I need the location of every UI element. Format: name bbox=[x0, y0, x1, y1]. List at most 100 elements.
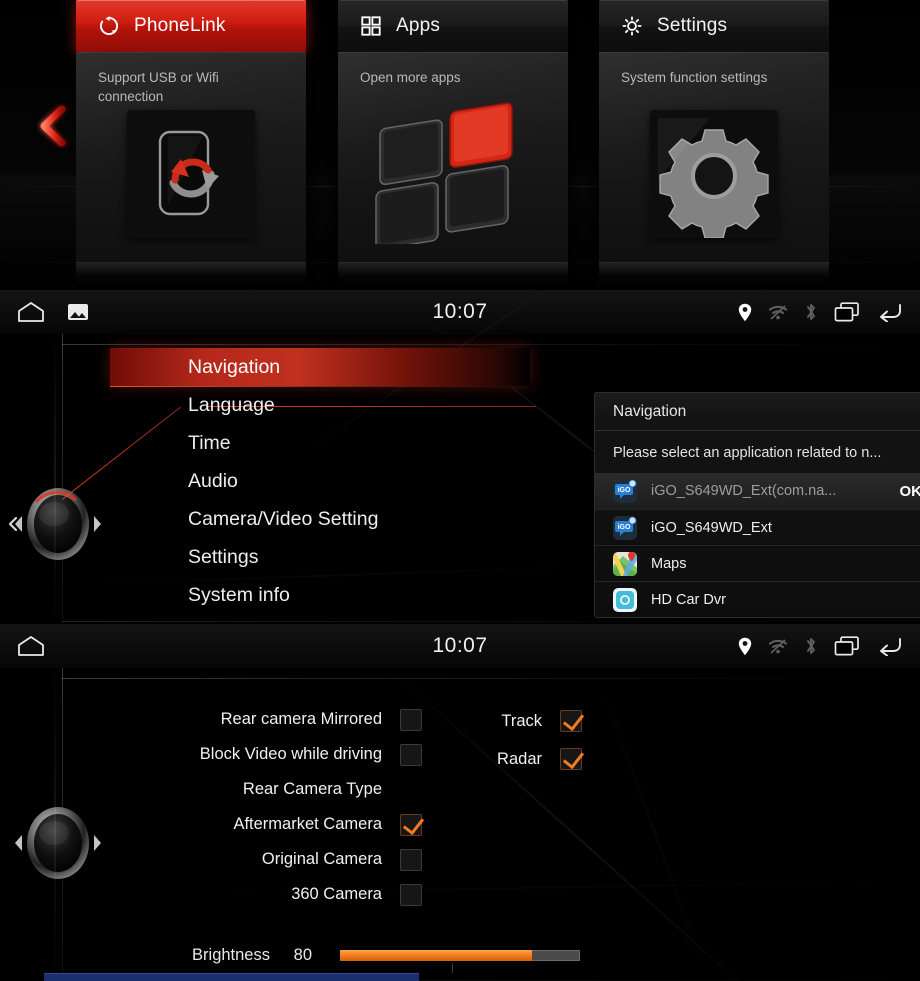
menu-item-label: Settings bbox=[188, 545, 259, 568]
option-checkbox[interactable] bbox=[400, 848, 422, 871]
gear-icon bbox=[622, 16, 642, 36]
option-checkbox[interactable] bbox=[400, 743, 422, 766]
menu-item-label: Time bbox=[188, 431, 231, 454]
location-pin-icon[interactable] bbox=[738, 303, 752, 322]
launcher-prev-button[interactable] bbox=[36, 104, 70, 148]
menu-item-system-info[interactable]: System info bbox=[110, 576, 530, 614]
launcher-card-phonelink[interactable]: PhoneLink Support USB or Wifi connection bbox=[76, 0, 306, 288]
option-label: 360 Camera bbox=[291, 885, 382, 903]
card-subtitle: System function settings bbox=[621, 70, 768, 85]
option-radar[interactable]: Radar bbox=[430, 740, 582, 778]
card-body-settings: System function settings bbox=[599, 52, 829, 262]
camera-options-left: Rear camera Mirrored Block Video while d… bbox=[110, 702, 670, 912]
option-original-camera[interactable]: Original Camera bbox=[110, 842, 670, 877]
option-checkbox[interactable] bbox=[560, 748, 582, 770]
rotary-knob-control[interactable] bbox=[8, 474, 108, 574]
menu-item-label: Language bbox=[188, 393, 275, 416]
bottom-blue-bar bbox=[44, 973, 419, 981]
status-icons bbox=[738, 302, 920, 322]
camera-options-right: Track Radar bbox=[430, 702, 582, 778]
image-icon[interactable] bbox=[68, 304, 88, 320]
dialog-item-hd-car-dvr[interactable]: HD Car Dvr bbox=[595, 581, 920, 617]
home-icon bbox=[18, 302, 44, 322]
card-header-phonelink[interactable]: PhoneLink bbox=[76, 0, 306, 52]
option-checkbox[interactable] bbox=[400, 813, 422, 836]
maps-app-icon bbox=[613, 551, 637, 576]
option-rear-camera-mirrored[interactable]: Rear camera Mirrored bbox=[110, 702, 670, 737]
menu-item-navigation[interactable]: Navigation bbox=[110, 348, 530, 387]
menu-item-audio[interactable]: Audio bbox=[110, 462, 530, 500]
navigation-app-dialog: Navigation Please select an application … bbox=[594, 392, 920, 618]
card-header-apps[interactable]: Apps bbox=[338, 0, 568, 52]
option-label: Block Video while driving bbox=[199, 745, 382, 763]
location-pin-icon[interactable] bbox=[738, 637, 752, 656]
frame-top-border bbox=[62, 344, 920, 345]
recent-apps-icon[interactable] bbox=[834, 636, 860, 656]
launcher-card-settings[interactable]: Settings System function settings bbox=[599, 0, 829, 288]
card-subtitle: Support USB or Wifi connection bbox=[98, 70, 219, 104]
wifi-off-icon[interactable] bbox=[768, 638, 788, 655]
recent-apps-icon[interactable] bbox=[834, 302, 860, 322]
launcher-card-apps[interactable]: Apps Open more apps bbox=[338, 0, 568, 288]
option-block-video-while-driving[interactable]: Block Video while driving bbox=[110, 737, 670, 772]
frame-bottom-border bbox=[62, 621, 920, 622]
card-title: PhoneLink bbox=[134, 15, 226, 36]
card-header-settings[interactable]: Settings bbox=[599, 0, 829, 52]
settings-screen: 10:07 Navigation Language Time Audio Cam… bbox=[0, 290, 920, 622]
wifi-off-icon[interactable] bbox=[768, 304, 788, 321]
option-360-camera[interactable]: 360 Camera bbox=[110, 877, 670, 912]
home-button-2[interactable] bbox=[0, 635, 62, 657]
dialog-title: Navigation bbox=[595, 393, 920, 431]
home-button[interactable] bbox=[0, 301, 62, 323]
option-label: Aftermarket Camera bbox=[233, 815, 382, 833]
option-checkbox[interactable] bbox=[400, 883, 422, 906]
four-tiles-art bbox=[352, 94, 552, 250]
option-aftermarket-camera[interactable]: Aftermarket Camera bbox=[110, 807, 670, 842]
settings-menu: Navigation Language Time Audio Camera/Vi… bbox=[110, 348, 530, 614]
option-checkbox[interactable] bbox=[560, 710, 582, 732]
dialog-item-label: Maps bbox=[651, 555, 687, 572]
dialog-item-maps[interactable]: Maps bbox=[595, 545, 920, 581]
bluetooth-icon[interactable] bbox=[804, 636, 818, 656]
option-track[interactable]: Track bbox=[430, 702, 582, 740]
back-arrow-icon[interactable] bbox=[876, 302, 902, 322]
brightness-label: Brightness bbox=[192, 946, 270, 964]
option-checkbox[interactable] bbox=[400, 708, 422, 731]
dialog-item-label: iGO_S649WD_Ext bbox=[651, 519, 772, 536]
brightness-slider-fill bbox=[340, 950, 532, 961]
svg-text:iGO: iGO bbox=[618, 524, 631, 531]
menu-item-settings[interactable]: Settings bbox=[110, 538, 530, 576]
brightness-slider[interactable] bbox=[340, 950, 580, 961]
dialog-ok-button[interactable]: OK bbox=[896, 483, 920, 500]
igo-app-icon: iGO bbox=[613, 515, 637, 540]
rotary-knob-control-2[interactable] bbox=[8, 793, 108, 893]
bluetooth-icon[interactable] bbox=[804, 302, 818, 322]
group-rear-camera-type: Rear Camera Type bbox=[110, 772, 670, 807]
phone-sync-art bbox=[127, 110, 255, 238]
menu-item-camera-video-setting[interactable]: Camera/Video Setting bbox=[110, 500, 530, 538]
card-reflection bbox=[338, 262, 568, 288]
card-title: Apps bbox=[396, 15, 441, 36]
card-gap-1 bbox=[305, 0, 340, 288]
option-label: Track bbox=[501, 711, 542, 730]
menu-item-label: Camera/Video Setting bbox=[188, 507, 379, 530]
status-icons-2 bbox=[738, 636, 920, 656]
menu-item-time[interactable]: Time bbox=[110, 424, 530, 462]
brightness-control[interactable]: Brightness 80 bbox=[110, 946, 580, 965]
frame-top-border-2 bbox=[62, 678, 920, 679]
back-arrow-icon[interactable] bbox=[876, 636, 902, 656]
dialog-item-igo-current[interactable]: iGO iGO_S649WD_Ext(com.na... OK bbox=[595, 473, 920, 509]
gear-art bbox=[650, 110, 778, 238]
dvr-app-icon bbox=[613, 587, 637, 612]
dialog-message: Please select an application related to … bbox=[613, 445, 882, 461]
dialog-item-igo[interactable]: iGO iGO_S649WD_Ext bbox=[595, 509, 920, 545]
card-body-phonelink: Support USB or Wifi connection bbox=[76, 52, 306, 262]
option-label: Radar bbox=[497, 749, 542, 768]
card-reflection bbox=[599, 262, 829, 288]
launcher-panel: PhoneLink Support USB or Wifi connection bbox=[0, 0, 920, 288]
status-bar-2: 10:07 bbox=[0, 624, 920, 668]
chevron-left-icon bbox=[40, 105, 66, 147]
menu-item-language[interactable]: Language bbox=[110, 386, 530, 424]
bottom-tick-mark bbox=[452, 963, 453, 973]
dialog-item-label: HD Car Dvr bbox=[651, 591, 726, 608]
